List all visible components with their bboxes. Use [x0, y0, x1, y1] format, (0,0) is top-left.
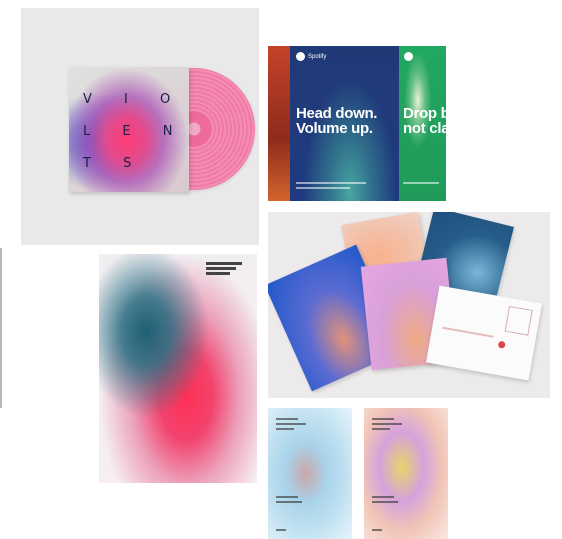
poster-caption	[206, 262, 242, 265]
poster-caption	[372, 423, 402, 425]
poster-caption	[206, 267, 236, 270]
poster-caption	[372, 529, 382, 531]
fine-print	[296, 187, 350, 189]
poster-caption	[276, 418, 298, 420]
poster-caption	[276, 501, 302, 503]
postmark-icon	[497, 340, 506, 349]
sleeve-text-line: L E N	[83, 124, 187, 139]
poster-caption	[276, 423, 306, 425]
postcard-back	[426, 285, 542, 381]
poster-caption	[276, 428, 294, 430]
address-line	[442, 326, 494, 338]
spotify-posters-image[interactable]: Spotify Head down. Volume up. Drop beat …	[268, 46, 446, 201]
sleeve-text-line: T S	[83, 156, 146, 171]
poster-headline: Drop beat not classe	[403, 105, 446, 137]
spotify-logo: Spotify	[296, 52, 326, 61]
poster-panel	[268, 46, 290, 201]
gradient-poster-image[interactable]	[99, 254, 257, 483]
brand-name: Spotify	[308, 53, 327, 60]
small-poster-image[interactable]	[364, 408, 448, 539]
page-edge	[0, 248, 2, 408]
stamp-box	[504, 305, 533, 336]
vinyl-album-image[interactable]: V I O L E N T S	[21, 8, 259, 245]
fine-print	[296, 182, 366, 184]
poster-caption	[276, 496, 298, 498]
postcards-image[interactable]	[268, 212, 550, 398]
poster-caption	[372, 418, 394, 420]
poster-caption	[372, 496, 394, 498]
spotify-logo-icon	[404, 52, 413, 61]
poster-caption	[206, 272, 230, 275]
spotify-logo	[404, 52, 413, 61]
spotify-logo-icon	[296, 52, 305, 61]
poster-caption	[372, 501, 398, 503]
fine-print	[403, 182, 439, 184]
poster-headline: Head down. Volume up.	[296, 105, 378, 137]
poster-caption	[276, 529, 286, 531]
small-poster-image[interactable]	[268, 408, 352, 539]
album-sleeve: V I O L E N T S	[69, 67, 189, 192]
poster-caption	[372, 428, 390, 430]
sleeve-text-line: V I O	[83, 92, 185, 107]
